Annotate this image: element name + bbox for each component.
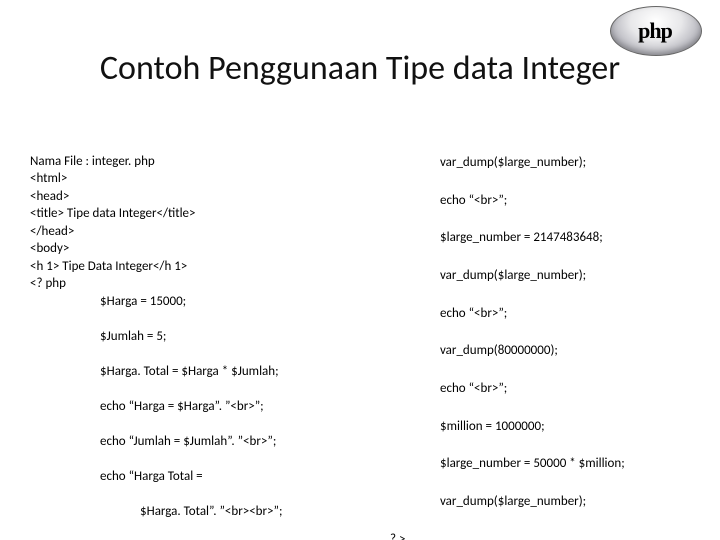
php-logo: php [610, 6, 700, 54]
code-line: echo “<br>”; [390, 305, 690, 324]
code-line: var_dump($large_number); [390, 154, 690, 173]
code-column-left: Nama File : integer. php <html> <head> <… [30, 135, 380, 510]
code-line: echo “<br>”; [390, 192, 690, 211]
code-line: ? > [390, 532, 405, 540]
content-columns: Nama File : integer. php <html> <head> <… [30, 135, 690, 510]
code-line: </head> [30, 224, 74, 239]
code-line: <title> Tipe data Integer</title> [30, 206, 196, 221]
code-line: <html> [30, 171, 67, 186]
code-line: Nama File : integer. php [30, 154, 155, 169]
code-line: $large_number = 2147483648; [390, 229, 690, 248]
code-line: $Jumlah = 5; [30, 328, 380, 346]
code-line: var_dump(80000000); [390, 342, 690, 361]
code-line: var_dump($large_number); [390, 267, 690, 286]
code-line: <body> [30, 241, 69, 256]
code-line: <h 1> Tipe Data Integer</h 1> [30, 259, 187, 274]
code-line: <? php [30, 276, 66, 291]
code-line: <head> [30, 189, 69, 204]
code-line: echo “Jumlah = $Jumlah”. ”<br>”; [30, 433, 380, 451]
code-line: $Harga. Total”. ”<br><br>”; [30, 503, 380, 521]
code-line: $Harga. Total = $Harga * $Jumlah; [30, 363, 380, 381]
code-line: echo “Harga Total = [30, 468, 380, 486]
code-line: $large_number = 50000 * $million; [390, 455, 690, 474]
code-line: echo “<br>”; [390, 380, 690, 399]
code-line: echo “Harga = $Harga”. ”<br>”; [30, 398, 380, 416]
code-column-right: var_dump($large_number); echo “<br>”; $l… [390, 135, 690, 510]
php-logo-text: php [610, 18, 700, 44]
code-line: var_dump($large_number); [390, 493, 690, 512]
slide-title: Contoh Penggunaan Tipe data Integer [0, 48, 720, 89]
code-line: $million = 1000000; [390, 418, 690, 437]
code-line: $Harga = 15000; [30, 293, 380, 311]
